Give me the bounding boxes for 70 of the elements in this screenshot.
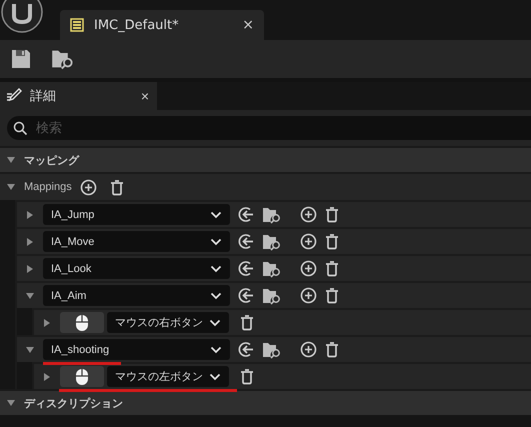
chevron-down-icon [209,372,221,380]
chevron-down-icon [210,210,222,218]
use-selected-icon[interactable] [238,287,255,304]
folder-search-icon[interactable] [262,340,282,358]
chevron-down-icon [210,292,222,300]
mouse-icon [75,314,89,332]
expanded-arrow-icon[interactable] [25,344,35,354]
trash-icon[interactable] [324,206,340,223]
key-selector-button[interactable] [60,366,104,387]
folder-search-icon[interactable] [262,260,282,278]
tab-title: IMC_Default* [94,18,180,32]
expanded-arrow-icon[interactable] [6,398,16,408]
section-title: マッピング [24,154,79,168]
action-dropdown[interactable]: IA_Aim [43,285,230,306]
add-icon[interactable] [300,341,317,358]
use-selected-icon[interactable] [238,260,255,277]
action-dropdown[interactable]: IA_Jump [43,204,230,225]
chevron-down-icon [209,318,221,326]
add-icon[interactable] [300,260,317,277]
expanded-arrow-icon[interactable] [6,155,16,165]
asset-tab[interactable]: IMC_Default* × [60,10,264,40]
close-button[interactable]: × [140,88,149,104]
save-icon[interactable] [11,49,31,69]
collapsed-arrow-icon[interactable] [25,210,35,220]
trash-icon[interactable] [239,314,255,331]
chevron-down-icon [210,264,222,272]
expanded-arrow-icon[interactable] [25,290,35,300]
search-icon [13,120,28,136]
section-title: ディスクリプション [24,396,123,410]
add-icon[interactable] [80,178,97,196]
trash-icon[interactable] [324,260,340,277]
folder-search-icon[interactable] [262,206,282,224]
trash-icon[interactable] [324,233,340,250]
chevron-down-icon [210,238,222,246]
trash-icon[interactable] [108,178,125,196]
action-dropdown[interactable]: IA_Move [43,231,230,252]
engine-logo[interactable] [0,0,44,34]
chevron-down-icon [210,346,222,354]
close-button[interactable]: × [242,17,254,33]
section-header[interactable]: マッピング [0,146,531,172]
add-icon[interactable] [300,206,317,223]
mappings-label: Mappings [24,181,72,193]
section-header[interactable]: ディスクリプション [0,389,531,415]
key-dropdown[interactable]: マウスの左ボタン [107,366,229,387]
search-bar[interactable]: 検索 [7,116,531,140]
key-selector-button[interactable] [60,312,104,333]
collapsed-arrow-icon[interactable] [25,236,35,246]
tab-title: 詳細 [30,87,57,105]
folder-search-icon[interactable] [262,286,282,304]
use-selected-icon[interactable] [238,206,255,223]
collapsed-arrow-icon[interactable] [42,318,52,328]
folder-search-icon[interactable] [262,232,282,250]
collapsed-arrow-icon[interactable] [42,372,52,382]
folder-search-icon[interactable] [51,48,75,70]
trash-icon[interactable] [239,368,255,385]
asset-icon [68,16,86,34]
expanded-arrow-icon[interactable] [6,182,16,192]
add-icon[interactable] [300,287,317,304]
action-dropdown[interactable]: IA_Look [43,258,230,279]
use-selected-icon[interactable] [238,233,255,250]
trash-icon[interactable] [324,287,340,304]
mouse-icon [75,368,89,386]
add-icon[interactable] [300,233,317,250]
trash-icon[interactable] [324,341,340,358]
pencil-icon [6,88,22,104]
key-dropdown[interactable]: マウスの右ボタン [107,312,229,333]
collapsed-arrow-icon[interactable] [25,264,35,274]
details-tab[interactable]: 詳細 × [0,82,157,110]
action-dropdown[interactable]: IA_shooting [43,339,230,360]
use-selected-icon[interactable] [238,341,255,358]
